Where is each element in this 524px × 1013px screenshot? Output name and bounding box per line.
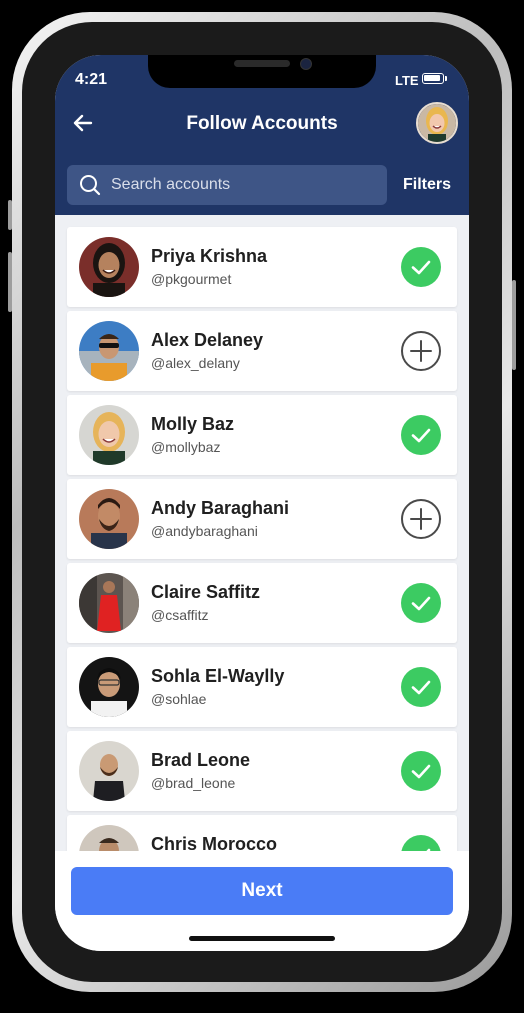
account-name: Brad Leone bbox=[151, 750, 251, 770]
account-name: Sohla El-Waylly bbox=[151, 666, 285, 686]
battery-icon bbox=[422, 73, 444, 84]
follow-toggle[interactable] bbox=[401, 415, 441, 455]
list-item: Brad Leone @brad_leone bbox=[67, 731, 457, 811]
follow-toggle[interactable] bbox=[401, 751, 441, 791]
check-icon bbox=[411, 428, 431, 443]
page-title: Follow Accounts bbox=[186, 113, 338, 134]
check-icon bbox=[411, 764, 431, 779]
account-handle: @andybaraghani bbox=[151, 523, 258, 539]
account-handle: @alex_delany bbox=[151, 355, 240, 371]
account-name: Priya Krishna bbox=[151, 246, 268, 266]
volume-button bbox=[8, 200, 12, 230]
search-icon bbox=[80, 175, 101, 196]
status-time: 4:21 bbox=[75, 71, 108, 88]
notch bbox=[148, 55, 376, 88]
avatar bbox=[79, 405, 139, 465]
follow-toggle[interactable] bbox=[401, 499, 441, 539]
search-input[interactable] bbox=[111, 165, 381, 205]
follow-toggle[interactable] bbox=[401, 583, 441, 623]
account-name: Alex Delaney bbox=[151, 330, 264, 350]
account-handle: @mollybaz bbox=[151, 439, 221, 455]
battery-tip bbox=[445, 76, 447, 81]
avatar bbox=[79, 321, 139, 381]
account-name: Molly Baz bbox=[151, 414, 235, 434]
follow-toggle[interactable] bbox=[401, 667, 441, 707]
plus-icon bbox=[410, 340, 432, 362]
volume-button bbox=[8, 252, 12, 312]
account-handle: @pkgourmet bbox=[151, 271, 232, 287]
search-bar bbox=[67, 165, 387, 205]
account-handle: @brad_leone bbox=[151, 775, 236, 791]
profile-avatar[interactable] bbox=[416, 102, 458, 144]
app-screen: 4:21 LTE Follow Accounts Search accounts… bbox=[55, 55, 469, 951]
avatar bbox=[79, 573, 139, 633]
list-item: Claire Saffitz @csaffitz bbox=[67, 563, 457, 643]
check-icon bbox=[411, 260, 431, 275]
avatar bbox=[79, 489, 139, 549]
camera bbox=[300, 58, 312, 70]
avatar bbox=[79, 741, 139, 801]
profile-photo bbox=[418, 104, 456, 142]
list-item: Chris Morocco bbox=[67, 815, 457, 855]
list-item: Andy Baraghani @andybaraghani bbox=[67, 479, 457, 559]
accounts-list: Priya Krishna @pkgourmet Alex Delaney @a… bbox=[55, 215, 469, 855]
network-indicator: LTE bbox=[395, 73, 419, 88]
filters-button[interactable]: Filters bbox=[395, 165, 459, 205]
speaker bbox=[234, 60, 290, 67]
home-indicator[interactable] bbox=[189, 936, 335, 941]
list-item: Sohla El-Waylly @sohlae bbox=[67, 647, 457, 727]
check-icon bbox=[411, 680, 431, 695]
header-bar: 4:21 LTE Follow Accounts Search accounts… bbox=[55, 55, 469, 215]
account-handle: @sohlae bbox=[151, 691, 207, 707]
list-item: Molly Baz @mollybaz bbox=[67, 395, 457, 475]
plus-icon bbox=[410, 508, 432, 530]
avatar bbox=[79, 657, 139, 717]
avatar bbox=[79, 237, 139, 297]
bottom-bar: Next bbox=[55, 851, 469, 951]
power-button bbox=[512, 280, 516, 370]
follow-toggle[interactable] bbox=[401, 331, 441, 371]
account-handle: @csaffitz bbox=[151, 607, 209, 623]
follow-toggle[interactable] bbox=[401, 247, 441, 287]
list-item: Alex Delaney @alex_delany bbox=[67, 311, 457, 391]
account-name: Andy Baraghani bbox=[151, 498, 290, 518]
account-name: Claire Saffitz bbox=[151, 582, 261, 602]
check-icon bbox=[411, 596, 431, 611]
list-item: Priya Krishna @pkgourmet bbox=[67, 227, 457, 307]
next-button[interactable]: Next bbox=[71, 867, 453, 915]
